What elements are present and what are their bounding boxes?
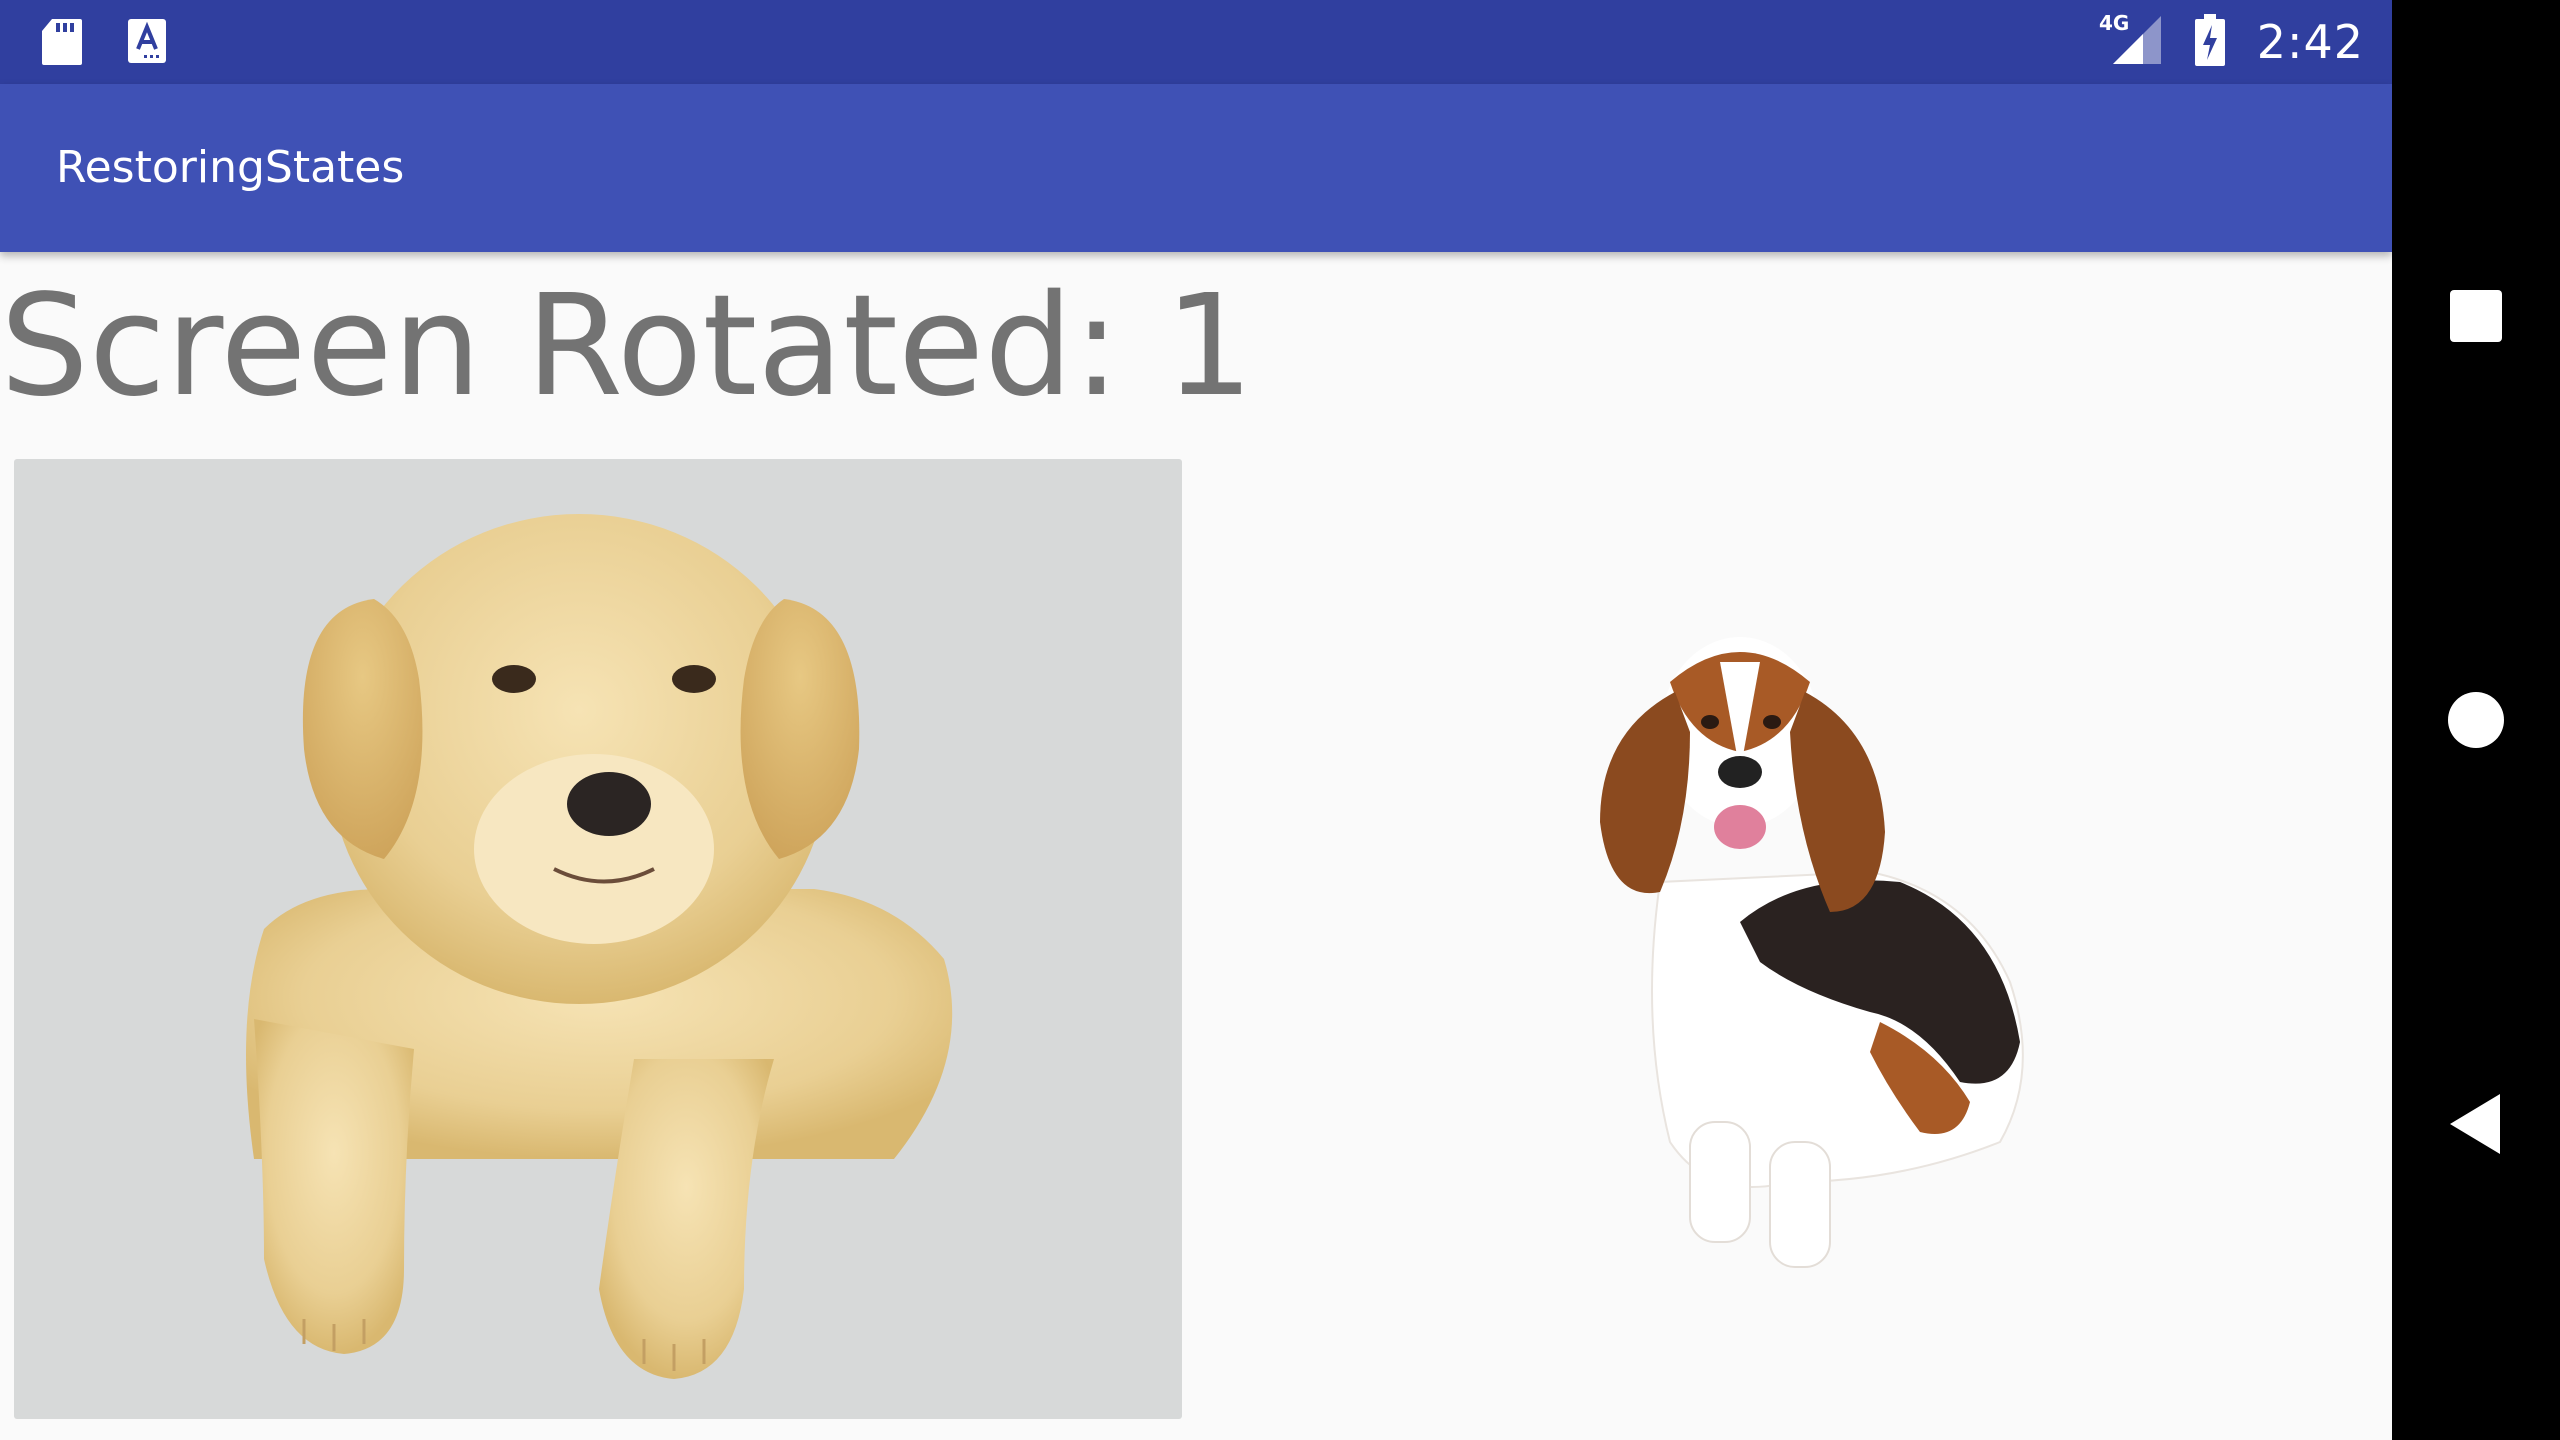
basset-hound-image bbox=[1540, 622, 2060, 1282]
app-bar: RestoringStates bbox=[0, 84, 2392, 252]
signal-4g-icon: 4G bbox=[2099, 11, 2163, 72]
app-screen: 4G 2:42 RestoringStates Screen Rotated: … bbox=[0, 0, 2392, 1440]
app-title: RestoringStates bbox=[56, 142, 405, 193]
network-type-label: 4G bbox=[2099, 12, 2129, 35]
recents-square-icon[interactable] bbox=[2436, 276, 2516, 356]
sd-card-icon bbox=[40, 17, 84, 71]
main-content: Screen Rotated: 1 bbox=[0, 252, 2392, 1440]
navigation-bar bbox=[2392, 0, 2560, 1440]
battery-charging-icon bbox=[2193, 12, 2227, 72]
golden-retriever-puppy-image bbox=[14, 459, 1182, 1419]
accessibility-a-icon bbox=[126, 17, 168, 69]
status-bar: 4G 2:42 bbox=[0, 0, 2392, 84]
rotation-counter-text: Screen Rotated: 1 bbox=[0, 265, 1254, 428]
back-triangle-icon[interactable] bbox=[2436, 1084, 2516, 1164]
status-time: 2:42 bbox=[2256, 15, 2364, 69]
home-circle-icon[interactable] bbox=[2436, 680, 2516, 760]
